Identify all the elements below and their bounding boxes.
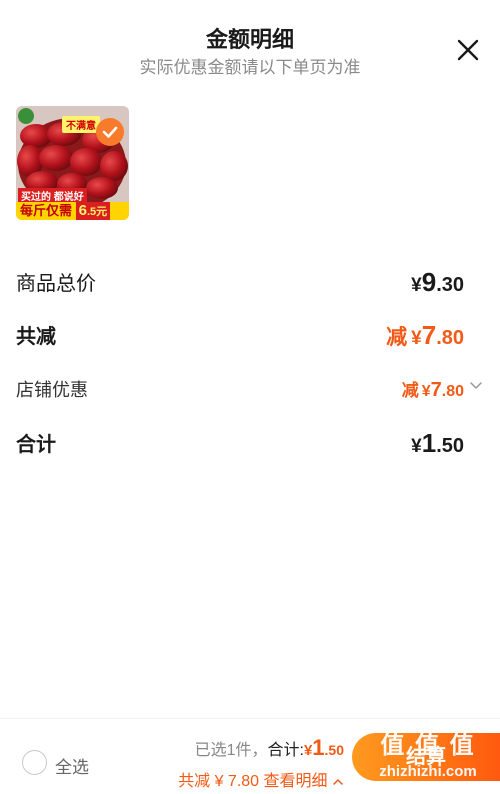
product-thumbnail[interactable]: 不满意 买过的 都说好 每斤仅需 6.5元 [16, 106, 129, 220]
reduced-label: 共减 [16, 326, 56, 348]
sum-value: ¥1.50 [411, 428, 464, 459]
total-label: 合计: [267, 742, 304, 759]
select-all-radio[interactable] [22, 750, 47, 775]
row-sum: 合计 ¥1.50 [16, 428, 484, 462]
promo-prefix: 每斤仅需 [20, 203, 73, 218]
discount-label: 共减 ¥ 7.80 [178, 773, 260, 790]
promo-price-dec: .5元 [86, 206, 108, 218]
currency-symbol: ¥ [411, 275, 422, 296]
shop-discount-label: 店铺优惠 [16, 380, 88, 400]
total-price-value: ¥9.30 [411, 267, 464, 298]
total-value: ¥1.50 [304, 735, 344, 760]
row-reduced: 共减 减 ¥7.80 [16, 320, 484, 354]
promo-price-banner: 每斤仅需 6.5元 [16, 202, 129, 220]
chevron-down-icon[interactable] [468, 378, 484, 394]
total-dec: .50 [324, 742, 344, 758]
row-total-price: 商品总价 ¥9.30 [16, 267, 484, 301]
shop-discount-value: 减 ¥7.80 [402, 376, 464, 402]
reduce-prefix: 减 [401, 381, 419, 400]
price-int: 1 [421, 428, 437, 458]
price-int: 7 [430, 379, 442, 401]
watermark-line1: 值 值 值 [380, 732, 476, 759]
watermark-line2: zhizhizhi.com [379, 763, 477, 780]
price-int: 7 [421, 320, 437, 350]
discount-detail-toggle[interactable]: 共减 ¥ 7.80 查看明细 [178, 767, 344, 791]
selected-count: 已选1件， [194, 742, 268, 759]
currency-symbol: ¥ [411, 436, 422, 457]
selection-summary: 已选1件，合计:¥1.50 [195, 735, 344, 761]
check-icon [102, 126, 118, 138]
close-icon[interactable] [454, 36, 482, 64]
sum-label: 合计 [16, 434, 56, 456]
promo-badge-top: 不满意 [62, 116, 100, 133]
price-dec: .30 [436, 274, 464, 296]
price-dec: .80 [436, 327, 464, 349]
currency-symbol: ¥ [411, 328, 422, 349]
selected-check-badge[interactable] [96, 118, 124, 146]
reduce-prefix: 减 [386, 326, 408, 349]
page-title: 金额明细 [205, 27, 294, 52]
currency-symbol: ¥ [421, 383, 431, 400]
view-detail-label: 查看明细 [263, 773, 328, 790]
promo-price-int: 6 [78, 202, 87, 219]
chevron-up-icon [333, 779, 343, 785]
promo-price: 6.5元 [75, 202, 111, 220]
total-price-label: 商品总价 [16, 273, 96, 295]
detail-header: 金额明细 实际优惠金额请以下单页为准 [0, 0, 500, 90]
page-subtitle: 实际优惠金额请以下单页为准 [139, 58, 361, 77]
promo-badge-mid: 买过的 都说好 [18, 188, 87, 203]
price-dec: .50 [436, 435, 464, 457]
select-all-label[interactable]: 全选 [55, 753, 89, 778]
row-shop-discount[interactable]: 店铺优惠 减 ¥7.80 [16, 376, 484, 410]
price-dec: .80 [441, 383, 464, 400]
checkout-bar: 全选 已选1件，合计:¥1.50 共减 ¥ 7.80 查看明细 结算 值 值 值… [0, 718, 500, 794]
reduced-value: 减 ¥7.80 [386, 320, 464, 351]
watermark: 值 值 值 zhizhizhi.com [358, 729, 498, 791]
total-int: 1 [312, 735, 325, 760]
price-int: 9 [421, 267, 437, 297]
